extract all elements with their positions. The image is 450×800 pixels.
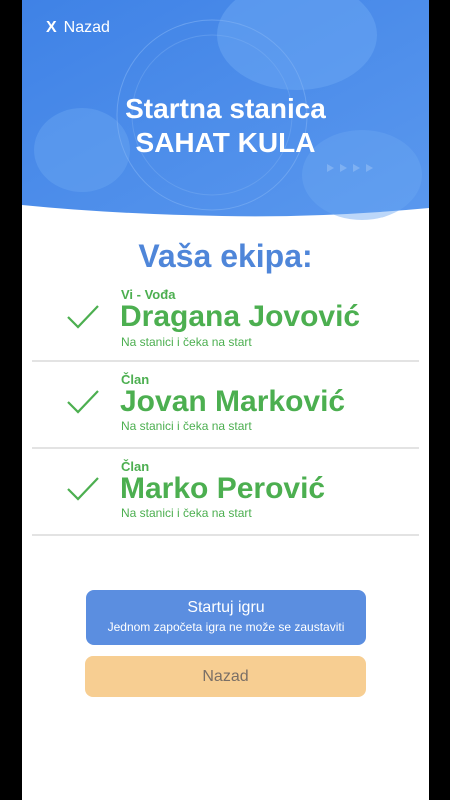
station-label: Startna stanica	[125, 93, 326, 124]
member-name: Jovan Marković	[120, 385, 346, 418]
back-link[interactable]: X Nazad	[46, 19, 110, 37]
start-game-warning: Jednom započeta igra ne može se zaustavi…	[107, 620, 345, 634]
member-name: Dragana Jovović	[120, 300, 361, 333]
back-link-label: Nazad	[63, 19, 110, 36]
close-icon: X	[46, 19, 57, 36]
check-icon	[67, 477, 99, 501]
station-name: SAHAT KULA	[135, 127, 316, 158]
member-status: Na stanici i čeka na start	[121, 419, 252, 433]
list-item: Član Marko Perović Na stanici i čeka na …	[32, 449, 419, 536]
back-button[interactable]: Nazad	[85, 656, 366, 697]
list-item: Član Jovan Marković Na stanici i čeka na…	[32, 362, 419, 449]
team-title: Vaša ekipa:	[138, 238, 313, 274]
app-screen: X Nazad Startna stanica SAHAT KULA Vaša …	[22, 0, 429, 800]
list-item: Vi - Vođa Dragana Jovović Na stanici i č…	[32, 275, 419, 362]
check-icon	[67, 305, 99, 329]
member-status: Na stanici i čeka na start	[121, 335, 252, 349]
start-game-button[interactable]: Startuj igru Jednom započeta igra ne mož…	[86, 590, 366, 645]
member-list: Vi - Vođa Dragana Jovović Na stanici i č…	[32, 275, 419, 536]
member-name: Marko Perović	[120, 472, 326, 505]
header: X Nazad Startna stanica SAHAT KULA	[22, 0, 429, 230]
check-icon	[67, 390, 99, 414]
start-game-label: Startuj igru	[187, 599, 265, 616]
member-status: Na stanici i čeka na start	[121, 506, 252, 520]
